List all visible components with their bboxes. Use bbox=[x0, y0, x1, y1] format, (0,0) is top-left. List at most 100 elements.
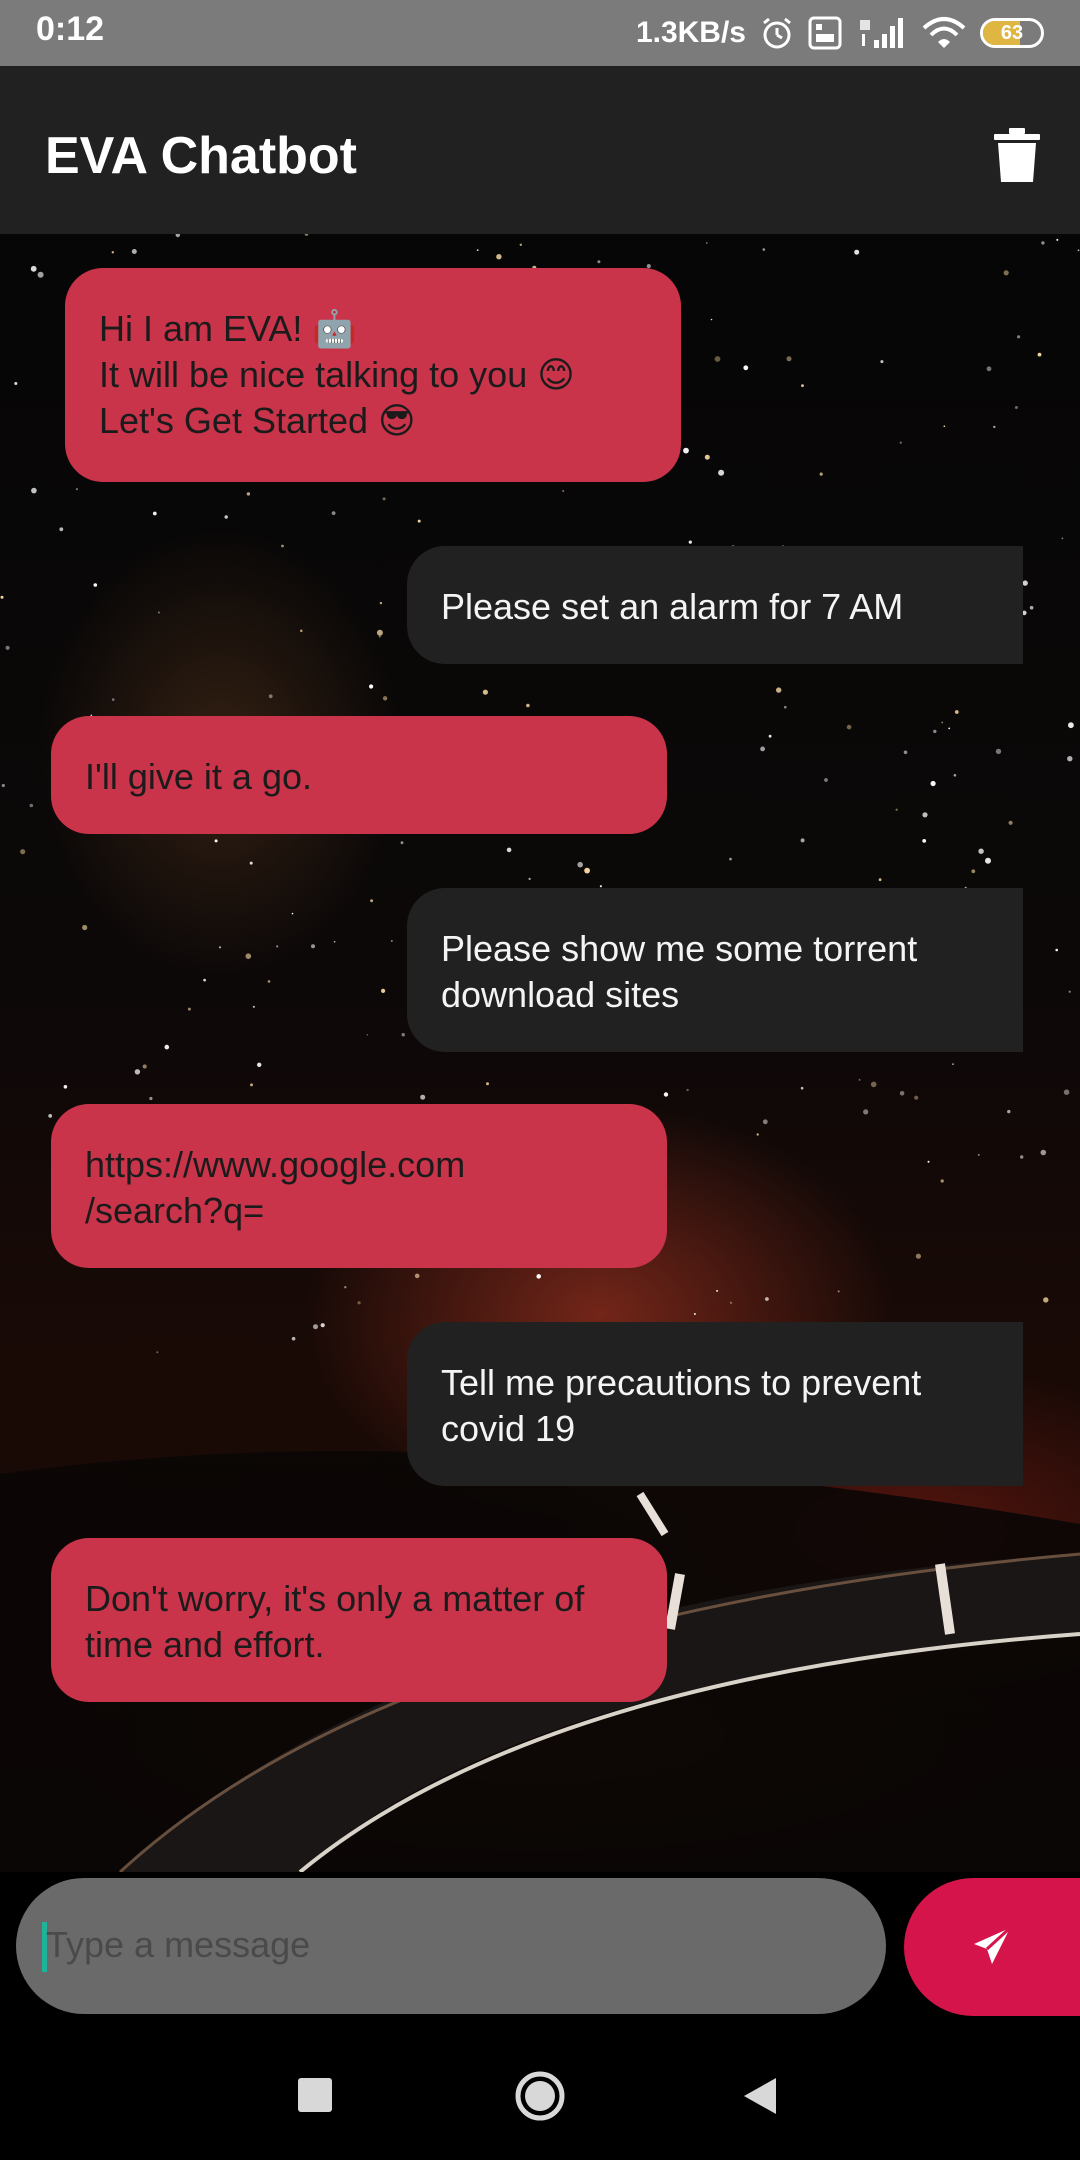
star bbox=[331, 511, 336, 515]
star bbox=[704, 454, 710, 460]
star bbox=[401, 1033, 405, 1037]
star bbox=[948, 727, 951, 730]
star bbox=[5, 645, 10, 650]
star bbox=[1014, 406, 1018, 409]
message-user: Please set an alarm for 7 AM bbox=[407, 546, 1023, 664]
star bbox=[952, 1063, 954, 1065]
chat-area[interactable]: Hi I am EVA! 🤖 It will be nice talking t… bbox=[0, 234, 1080, 1872]
star bbox=[382, 497, 386, 501]
star bbox=[156, 1351, 159, 1354]
star bbox=[1063, 1089, 1070, 1095]
star bbox=[930, 780, 936, 787]
star bbox=[111, 251, 115, 254]
star bbox=[142, 1064, 147, 1069]
clear-chat-button[interactable] bbox=[994, 128, 1040, 182]
star bbox=[985, 857, 991, 864]
star bbox=[250, 1083, 253, 1087]
star bbox=[218, 946, 222, 949]
back-button[interactable] bbox=[742, 2076, 778, 2121]
status-bar: 0:12 1.3KB/s 63 bbox=[0, 0, 1080, 66]
home-button[interactable] bbox=[514, 2070, 566, 2127]
network-speed: 1.3KB/s bbox=[635, 16, 746, 49]
star bbox=[276, 945, 279, 948]
star bbox=[760, 746, 765, 752]
star bbox=[1003, 270, 1009, 276]
star bbox=[48, 1114, 53, 1118]
star bbox=[940, 1179, 944, 1183]
star bbox=[941, 721, 944, 724]
star bbox=[31, 487, 37, 494]
star bbox=[111, 698, 115, 701]
recents-button[interactable] bbox=[298, 2078, 332, 2117]
star bbox=[482, 689, 488, 695]
star bbox=[706, 242, 708, 244]
star bbox=[1007, 1109, 1011, 1114]
star bbox=[63, 1085, 68, 1089]
star bbox=[203, 978, 207, 982]
star bbox=[37, 271, 44, 278]
star bbox=[800, 1086, 804, 1090]
star bbox=[978, 848, 984, 854]
star bbox=[267, 980, 271, 983]
star bbox=[291, 1336, 296, 1341]
star bbox=[995, 748, 1002, 755]
star bbox=[381, 988, 386, 994]
star bbox=[59, 527, 64, 532]
star bbox=[528, 877, 531, 881]
star bbox=[933, 729, 937, 734]
battery-level: 63 bbox=[1000, 21, 1024, 44]
star bbox=[899, 1091, 905, 1096]
star bbox=[584, 867, 590, 874]
star bbox=[281, 544, 284, 548]
star bbox=[729, 857, 732, 861]
volte-icon bbox=[808, 16, 842, 50]
star bbox=[382, 696, 388, 701]
star bbox=[131, 249, 137, 254]
star bbox=[157, 611, 160, 614]
star bbox=[762, 1119, 768, 1125]
star bbox=[801, 384, 804, 387]
send-button[interactable] bbox=[904, 1878, 1080, 2016]
star bbox=[75, 488, 78, 491]
star bbox=[858, 1079, 861, 1081]
star bbox=[880, 360, 884, 364]
star bbox=[30, 265, 37, 272]
star bbox=[1067, 756, 1073, 762]
star bbox=[344, 1286, 347, 1289]
message-user: Please show me some torrent download sit… bbox=[407, 888, 1023, 1052]
star bbox=[82, 924, 88, 931]
star bbox=[768, 734, 772, 738]
star bbox=[599, 885, 603, 888]
star bbox=[922, 839, 927, 843]
star bbox=[149, 1096, 153, 1101]
star bbox=[417, 519, 421, 523]
star bbox=[977, 1153, 980, 1156]
star bbox=[597, 260, 601, 264]
star bbox=[986, 366, 992, 372]
star bbox=[776, 687, 782, 693]
star bbox=[1040, 1149, 1047, 1156]
star bbox=[476, 249, 479, 251]
star bbox=[214, 839, 218, 843]
star bbox=[743, 365, 749, 371]
star bbox=[268, 694, 273, 699]
star bbox=[0, 595, 4, 599]
star bbox=[1055, 948, 1058, 952]
star bbox=[1029, 605, 1034, 610]
star bbox=[971, 869, 976, 874]
star bbox=[1056, 238, 1059, 241]
star bbox=[1061, 537, 1064, 540]
star bbox=[819, 472, 823, 476]
star bbox=[357, 1301, 361, 1305]
star bbox=[134, 1069, 141, 1075]
star bbox=[1068, 722, 1074, 729]
star bbox=[1068, 990, 1071, 993]
star bbox=[562, 490, 565, 492]
star bbox=[878, 878, 882, 882]
star bbox=[786, 356, 792, 362]
star bbox=[526, 703, 530, 708]
message-input[interactable]: Type a message bbox=[16, 1878, 886, 2014]
star bbox=[300, 629, 303, 633]
star bbox=[993, 425, 996, 429]
star bbox=[379, 601, 383, 605]
